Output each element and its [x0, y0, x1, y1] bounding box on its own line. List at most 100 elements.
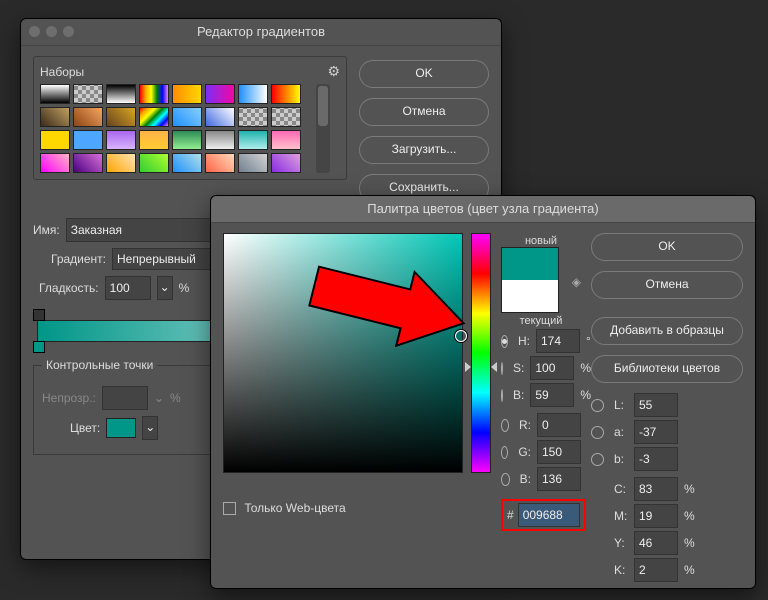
- hue-slider[interactable]: [471, 233, 491, 473]
- preset-swatch[interactable]: [205, 84, 235, 104]
- gear-icon[interactable]: ⚙: [327, 63, 340, 80]
- preset-swatch[interactable]: [40, 107, 70, 127]
- field-input-b[interactable]: [634, 447, 678, 471]
- name-label: Имя:: [33, 223, 60, 237]
- preset-swatch[interactable]: [238, 107, 268, 127]
- hex-input[interactable]: [518, 503, 580, 527]
- saturation-value-field[interactable]: [223, 233, 463, 473]
- preset-swatch[interactable]: [139, 107, 169, 127]
- radio-H[interactable]: [501, 335, 508, 348]
- cube-icon[interactable]: ◈: [569, 275, 581, 287]
- chevron-down-icon[interactable]: ⌄: [157, 276, 173, 300]
- preset-swatch[interactable]: [172, 84, 202, 104]
- field-unit: %: [684, 509, 695, 523]
- preset-swatch[interactable]: [106, 153, 136, 173]
- preset-swatch[interactable]: [139, 84, 169, 104]
- color-picker-window: Палитра цветов (цвет узла градиента) Тол…: [210, 195, 756, 589]
- add-swatch-button[interactable]: Добавить в образцы: [591, 317, 743, 345]
- picker-ok-button[interactable]: OK: [591, 233, 743, 261]
- field-input-K[interactable]: [634, 558, 678, 582]
- new-label: новый: [501, 235, 581, 247]
- gradient-editor-titlebar[interactable]: Редактор градиентов: [21, 19, 501, 46]
- preset-swatch[interactable]: [73, 107, 103, 127]
- field-input-B[interactable]: [537, 467, 581, 491]
- color-libs-button[interactable]: Библиотеки цветов: [591, 355, 743, 383]
- preset-swatch[interactable]: [172, 107, 202, 127]
- preset-swatch[interactable]: [271, 130, 301, 150]
- field-label-Y: Y:: [614, 536, 628, 550]
- radio-b[interactable]: [591, 453, 604, 466]
- radio-G[interactable]: [501, 446, 508, 459]
- field-unit: %: [684, 563, 695, 577]
- field-label-S: S:: [513, 361, 524, 375]
- color-picker-titlebar[interactable]: Палитра цветов (цвет узла градиента): [211, 196, 755, 223]
- field-input-H[interactable]: [536, 329, 580, 353]
- preset-swatch[interactable]: [205, 130, 235, 150]
- window-traffic-lights[interactable]: [29, 26, 74, 37]
- field-input-Y[interactable]: [634, 531, 678, 555]
- radio-B[interactable]: [501, 473, 510, 486]
- preset-swatch[interactable]: [271, 107, 301, 127]
- preset-swatch[interactable]: [106, 84, 136, 104]
- field-input-a[interactable]: [634, 420, 678, 444]
- field-label-L: L:: [614, 398, 628, 412]
- field-input-C[interactable]: [634, 477, 678, 501]
- field-input-L[interactable]: [634, 393, 678, 417]
- stop-color-chip[interactable]: [106, 418, 136, 438]
- preset-swatch[interactable]: [238, 153, 268, 173]
- preset-swatch[interactable]: [205, 153, 235, 173]
- preset-swatch[interactable]: [172, 153, 202, 173]
- chevron-down-icon[interactable]: ⌄: [142, 416, 158, 440]
- preset-swatch[interactable]: [40, 84, 70, 104]
- preset-swatch[interactable]: [73, 153, 103, 173]
- field-input-B[interactable]: [530, 383, 574, 407]
- radio-R[interactable]: [501, 419, 509, 432]
- preset-swatch[interactable]: [172, 130, 202, 150]
- ok-button[interactable]: OK: [359, 60, 489, 88]
- load-button[interactable]: Загрузить...: [359, 136, 489, 164]
- cancel-button[interactable]: Отмена: [359, 98, 489, 126]
- opacity-input: [102, 386, 148, 410]
- preset-swatch[interactable]: [40, 130, 70, 150]
- preset-swatch[interactable]: [106, 130, 136, 150]
- preset-swatch[interactable]: [238, 130, 268, 150]
- radio-L[interactable]: [591, 399, 604, 412]
- hex-field-highlight: #: [501, 499, 586, 531]
- radio-a[interactable]: [591, 426, 604, 439]
- preset-swatch[interactable]: [73, 84, 103, 104]
- preset-swatch[interactable]: [205, 107, 235, 127]
- field-input-S[interactable]: [530, 356, 574, 380]
- smoothness-input[interactable]: [105, 276, 151, 300]
- field-input-M[interactable]: [634, 504, 678, 528]
- field-label-b: b:: [614, 452, 628, 466]
- smoothness-label: Гладкость:: [39, 281, 99, 295]
- field-input-G[interactable]: [537, 440, 581, 464]
- picker-cancel-button[interactable]: Отмена: [591, 271, 743, 299]
- field-label-C: C:: [614, 482, 628, 496]
- preset-swatch[interactable]: [271, 84, 301, 104]
- sv-cursor[interactable]: [455, 330, 467, 342]
- preset-swatches[interactable]: [40, 84, 312, 173]
- radio-S[interactable]: [501, 362, 503, 375]
- color-label: Цвет:: [70, 421, 100, 435]
- field-unit: %: [580, 388, 591, 402]
- chevron-down-icon: ⌄: [154, 391, 164, 405]
- field-label-a: a:: [614, 425, 628, 439]
- opacity-stop-left[interactable]: [33, 309, 45, 321]
- color-stop-left[interactable]: [33, 341, 45, 353]
- field-label-H: H:: [518, 334, 530, 348]
- radio-B[interactable]: [501, 389, 503, 402]
- field-label-B: B:: [513, 388, 524, 402]
- preset-swatch[interactable]: [73, 130, 103, 150]
- new-current-swatch[interactable]: [501, 247, 559, 313]
- preset-swatch[interactable]: [238, 84, 268, 104]
- field-input-R[interactable]: [537, 413, 581, 437]
- presets-scrollbar[interactable]: [316, 84, 330, 173]
- gradient-type-label: Градиент:: [51, 252, 106, 266]
- preset-swatch[interactable]: [106, 107, 136, 127]
- preset-swatch[interactable]: [139, 130, 169, 150]
- preset-swatch[interactable]: [139, 153, 169, 173]
- preset-swatch[interactable]: [40, 153, 70, 173]
- web-only-checkbox[interactable]: [223, 502, 236, 515]
- preset-swatch[interactable]: [271, 153, 301, 173]
